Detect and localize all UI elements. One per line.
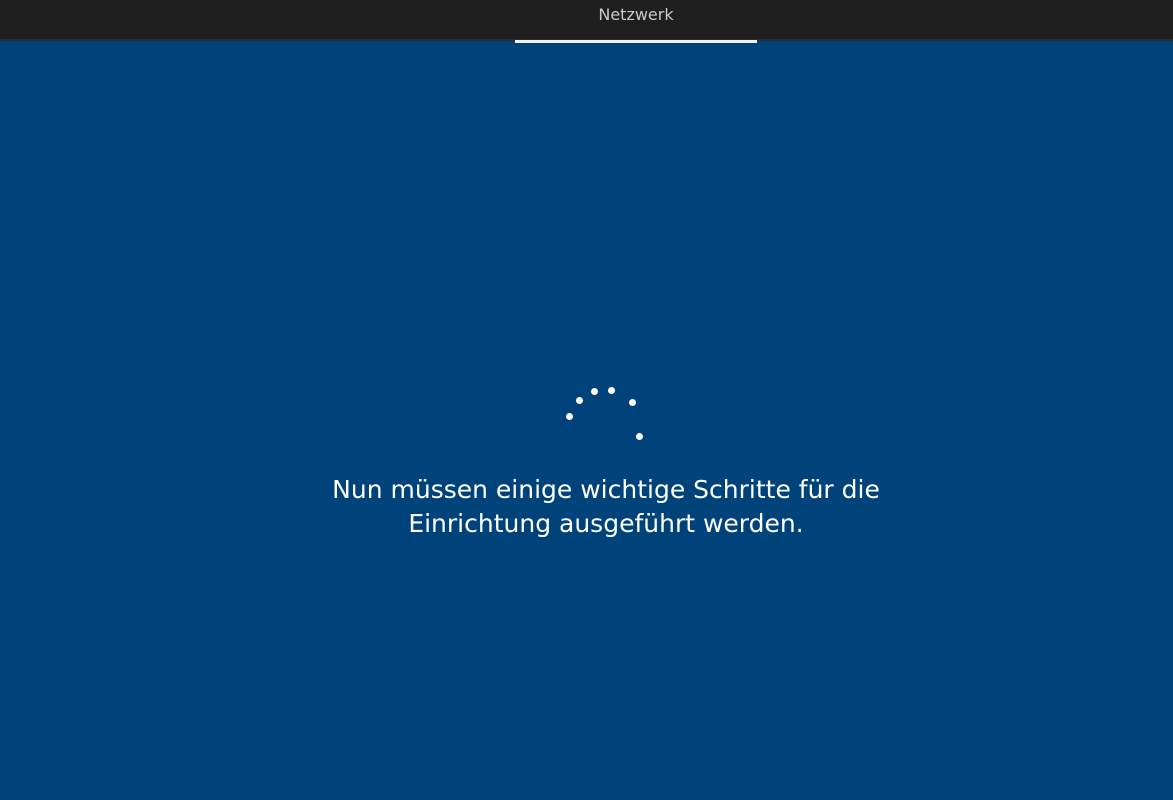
spinner-dot — [576, 397, 583, 404]
tab-netzwerk[interactable]: Netzwerk — [515, 0, 757, 43]
spinner-dot — [608, 387, 615, 394]
spinner-dot — [636, 433, 643, 440]
spinner-dot — [629, 399, 636, 406]
status-message-line-2: Einrichtung ausgeführt werden. — [408, 509, 804, 538]
spinner-dot — [566, 413, 573, 420]
tab-netzwerk-label: Netzwerk — [598, 5, 674, 24]
status-message-line-1: Nun müssen einige wichtige Schritte für … — [332, 475, 880, 504]
loading-spinner-icon — [550, 373, 660, 463]
spinner-dot — [591, 388, 598, 395]
top-navigation-bar: Netzwerk — [0, 0, 1173, 43]
setup-status-message: Nun müssen einige wichtige Schritte für … — [236, 473, 976, 541]
setup-progress-screen — [0, 43, 1173, 800]
